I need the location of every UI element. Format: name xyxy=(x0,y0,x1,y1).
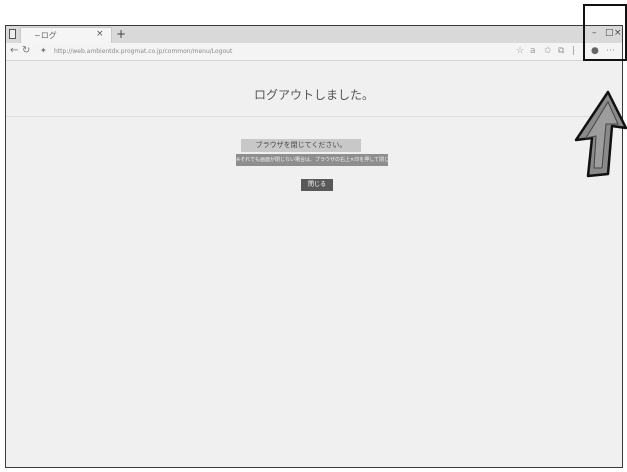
extensions-icon[interactable]: | xyxy=(572,46,575,56)
tab-title: ~ログ xyxy=(34,31,57,40)
header-divider xyxy=(6,116,622,117)
close-button[interactable]: 閉じる xyxy=(301,179,333,191)
address-bar: ← ↻ ✦ http://web.ambientdx.progmat.co.jp… xyxy=(6,43,622,61)
browser-window: ~ログ × + – □ × ← ↻ ✦ http://web.ambientdx… xyxy=(5,25,623,468)
close-browser-notice: ※それでも画面が閉じない場合は、ブラウザの右上×印を押して閉じてください。 xyxy=(236,154,388,166)
read-aloud-icon[interactable]: a xyxy=(530,46,536,56)
favorites-bar-icon[interactable]: ✩ xyxy=(544,46,552,56)
page-title: ログアウトしました。 xyxy=(253,88,374,102)
pointer-arrow xyxy=(574,90,627,178)
close-browser-banner: ブラウザを閉じてください。 xyxy=(241,139,361,152)
favorite-icon[interactable]: ☆ xyxy=(516,46,524,56)
refresh-icon[interactable]: ↻ xyxy=(22,45,30,56)
collections-icon[interactable]: ⧉ xyxy=(558,46,564,56)
tab-close-icon[interactable]: × xyxy=(96,29,104,39)
tab-bar: ~ログ × + – □ × xyxy=(6,26,622,44)
url-field[interactable]: http://web.ambientdx.progmat.co.jp/commo… xyxy=(54,46,354,57)
tab-stack-icon[interactable] xyxy=(9,29,16,39)
back-arrow-icon[interactable]: ← xyxy=(10,45,18,56)
page-content: ログアウトしました。 ブラウザを閉じてください。 ※それでも画面が閉じない場合は… xyxy=(6,61,622,467)
browser-tab[interactable]: ~ログ × xyxy=(20,27,112,43)
new-tab-button[interactable]: + xyxy=(116,26,126,42)
highlight-box xyxy=(583,4,627,61)
lock-icon: ✦ xyxy=(40,46,47,55)
